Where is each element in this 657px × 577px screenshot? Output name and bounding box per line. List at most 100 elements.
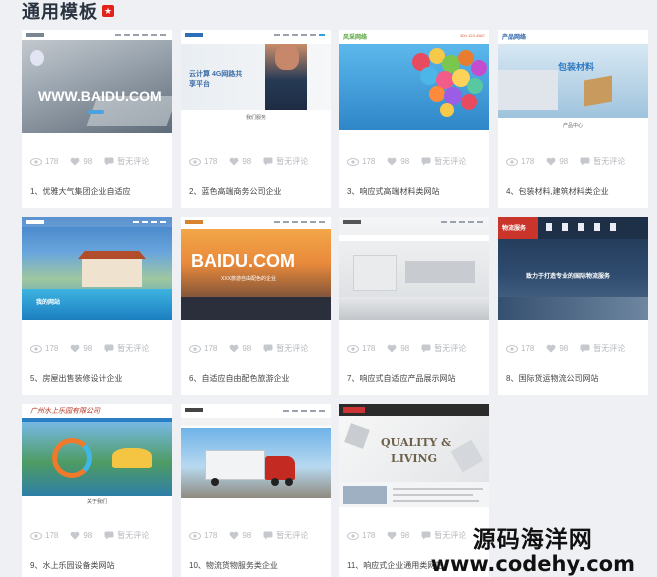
- comment-status: 暂无评论: [593, 157, 626, 166]
- view-count: 178: [204, 344, 218, 353]
- template-card[interactable]: 广州水上乐园有限公司 关于我们 178 98 暂无评论 9、水上乐园设备类网站: [22, 404, 172, 577]
- heart-icon[interactable]: [387, 531, 397, 540]
- comment-status: 暂无评论: [117, 157, 150, 166]
- banner-text: BAIDU.COM: [191, 251, 295, 271]
- template-thumbnail[interactable]: [339, 217, 489, 320]
- template-title[interactable]: 6、自适应自由配色旅游企业: [189, 373, 289, 384]
- comment-icon: [104, 344, 114, 353]
- like-count: 98: [559, 344, 569, 353]
- eye-icon: [30, 344, 42, 353]
- comment-status: 暂无评论: [276, 157, 309, 166]
- heart-icon[interactable]: [70, 531, 80, 540]
- site-watermark: 源码海洋网 www.codehy.com: [431, 520, 635, 576]
- site-logo: 物流服务: [502, 226, 527, 232]
- comment-icon: [104, 157, 114, 166]
- banner-subtitle: XXX旅游自由配色的企业: [221, 276, 277, 282]
- comment-status: 暂无评论: [434, 157, 467, 166]
- heart-icon[interactable]: [546, 344, 556, 353]
- template-title[interactable]: 5、房屋出售装修设计企业: [30, 373, 122, 384]
- template-card[interactable]: 178 98 暂无评论 10、物流货物服务类企业: [181, 404, 331, 577]
- heart-icon[interactable]: [546, 157, 556, 166]
- view-count: 178: [45, 531, 59, 540]
- banner-text: QUALITY &: [381, 436, 452, 449]
- section-heading: 产品中心: [562, 123, 583, 129]
- template-card[interactable]: 云计算 4G网路共享平台 我们服务 178 98 暂无评论 2、蓝色高端商务公司…: [181, 30, 331, 208]
- template-card[interactable]: WWW.BAIDU.COM 178 98 暂无评论 1、优雅大气集团企业自适应: [22, 30, 172, 208]
- eye-icon: [347, 344, 359, 353]
- eye-icon: [189, 344, 201, 353]
- template-thumbnail[interactable]: WWW.BAIDU.COM: [22, 30, 172, 133]
- heart-icon[interactable]: [70, 157, 80, 166]
- heart-icon[interactable]: [229, 531, 239, 540]
- template-card[interactable]: 产品网络 包装材料 产品中心 178 98 暂无评论 4、包装材料,建筑材料类企…: [498, 30, 648, 208]
- template-title[interactable]: 4、包装材料,建筑材料类企业: [506, 186, 609, 197]
- section-title: 通用模板: [22, 2, 98, 23]
- like-count: 98: [559, 157, 569, 166]
- template-title[interactable]: 10、物流货物服务类企业: [189, 560, 278, 571]
- eye-icon: [347, 531, 359, 540]
- template-thumbnail[interactable]: 物流服务 致力于打造专业的国际物流服务: [498, 217, 648, 320]
- view-count: 178: [45, 157, 59, 166]
- template-title[interactable]: 8、国际货运物流公司网站: [506, 373, 598, 384]
- eye-icon: [189, 531, 201, 540]
- comment-icon: [421, 157, 431, 166]
- template-title[interactable]: 9、水上乐园设备类网站: [30, 560, 114, 571]
- template-thumbnail[interactable]: 云计算 4G网路共享平台 我们服务: [181, 30, 331, 133]
- template-card[interactable]: 178 98 暂无评论 7、响应式自适应产品展示网站: [339, 217, 489, 395]
- comment-status: 暂无评论: [117, 531, 150, 540]
- banner-text: WWW.BAIDU.COM: [38, 88, 162, 104]
- template-card[interactable]: BAIDU.COM XXX旅游自由配色的企业 178 98 暂无评论 6、自适应…: [181, 217, 331, 395]
- template-thumbnail[interactable]: [181, 404, 331, 507]
- template-thumbnail[interactable]: 风采网络 400-123-4567: [339, 30, 489, 133]
- section-heading: 我们服务: [245, 115, 266, 121]
- like-count: 98: [242, 531, 252, 540]
- heart-icon[interactable]: [229, 157, 239, 166]
- template-title[interactable]: 7、响应式自适应产品展示网站: [347, 373, 455, 384]
- like-count: 98: [400, 531, 410, 540]
- template-thumbnail[interactable]: 我的网站: [22, 217, 172, 320]
- section-heading: 关于我们: [86, 499, 107, 505]
- like-count: 98: [400, 157, 410, 166]
- template-card[interactable]: 我的网站 178 98 暂无评论 5、房屋出售装修设计企业: [22, 217, 172, 395]
- section-header: 通用模板 ★: [22, 0, 114, 23]
- template-thumbnail[interactable]: QUALITY & LIVING: [339, 404, 489, 507]
- eye-icon: [506, 344, 518, 353]
- template-thumbnail[interactable]: 广州水上乐园有限公司 关于我们: [22, 404, 172, 507]
- view-count: 178: [521, 157, 535, 166]
- site-logo: 产品网络: [502, 35, 527, 41]
- eye-icon: [30, 531, 42, 540]
- template-title[interactable]: 2、蓝色高端商务公司企业: [189, 186, 281, 197]
- view-count: 178: [45, 344, 59, 353]
- view-count: 178: [204, 531, 218, 540]
- eye-icon: [506, 157, 518, 166]
- like-count: 98: [400, 344, 410, 353]
- template-title[interactable]: 1、优雅大气集团企业自适应: [30, 186, 130, 197]
- template-card[interactable]: 风采网络 400-123-4567 178 98 暂无评论 3、响应式高端材料类…: [339, 30, 489, 208]
- template-title[interactable]: 3、响应式高端材料类网站: [347, 186, 439, 197]
- view-count: 178: [521, 344, 535, 353]
- comment-icon: [580, 344, 590, 353]
- comment-icon: [421, 344, 431, 353]
- heart-icon[interactable]: [387, 157, 397, 166]
- hot-badge-icon: ★: [102, 5, 114, 17]
- like-count: 98: [83, 344, 93, 353]
- comment-status: 暂无评论: [434, 344, 467, 353]
- heart-icon[interactable]: [387, 344, 397, 353]
- comment-status: 暂无评论: [117, 344, 150, 353]
- view-count: 178: [362, 531, 376, 540]
- comment-icon: [263, 344, 273, 353]
- comment-status: 暂无评论: [276, 344, 309, 353]
- template-title[interactable]: 11、响应式企业通用类网站: [347, 560, 443, 571]
- heart-icon[interactable]: [229, 344, 239, 353]
- heart-icon[interactable]: [70, 344, 80, 353]
- eye-icon: [189, 157, 201, 166]
- site-logo: 广州水上乐园有限公司: [30, 407, 100, 415]
- banner-text: 我的网站: [36, 300, 61, 306]
- template-card[interactable]: 物流服务 致力于打造专业的国际物流服务 178 98 暂无评论 8、国际货运物流…: [498, 217, 648, 395]
- view-count: 178: [362, 157, 376, 166]
- template-thumbnail[interactable]: BAIDU.COM XXX旅游自由配色的企业: [181, 217, 331, 320]
- eye-icon: [30, 157, 42, 166]
- comment-status: 暂无评论: [593, 344, 626, 353]
- template-thumbnail[interactable]: 产品网络 包装材料 产品中心: [498, 30, 648, 133]
- like-count: 98: [242, 344, 252, 353]
